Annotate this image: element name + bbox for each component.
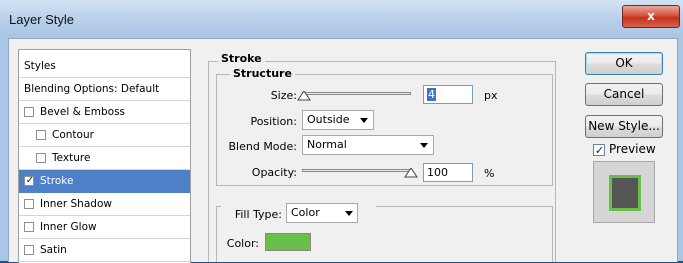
style-item-checkbox[interactable] [24,107,34,117]
blend-mode-dropdown-arrow-icon [420,143,428,148]
preview-label: Preview [609,142,656,156]
fill-type-label: Fill Type: [234,208,282,221]
opacity-unit: % [484,167,495,180]
close-button[interactable]: x [622,5,680,28]
new-style-button[interactable]: New Style... [585,115,663,138]
style-item-styles[interactable]: Styles [19,55,190,78]
fill-type-dropdown-arrow-icon [345,211,353,216]
color-swatch[interactable] [265,233,311,251]
close-icon: x [647,9,655,23]
fill-type-value: Color [291,206,320,219]
style-item-inner-glow[interactable]: Inner Glow [19,216,190,239]
style-item-label: Texture [52,152,91,164]
position-value: Outside [307,113,350,126]
size-unit: px [484,89,498,102]
stroke-settings: Stroke Structure Size: 4 px Position: Ou… [197,39,559,262]
preview-checkbox[interactable]: ✓ [593,144,605,156]
preview-thumbnail [609,175,641,211]
style-item-satin[interactable]: Satin [19,239,190,262]
position-label: Position: [250,115,297,128]
color-label: Color: [226,237,259,250]
style-preview [593,161,655,223]
style-item-checkbox[interactable] [24,245,34,255]
style-item-contour[interactable]: Contour [19,124,190,147]
size-input[interactable]: 4 [423,85,473,104]
dialog-title: Layer Style [9,12,75,27]
size-slider-thumb[interactable] [297,91,312,101]
checkmark-icon: ✓ [594,144,605,157]
stroke-section-title: Stroke [218,52,265,65]
checkmark-icon: ✓ [25,175,35,186]
preview-checkbox-row[interactable]: ✓ Preview [593,142,673,158]
blend-mode-value: Normal [307,138,347,151]
cancel-button-label: Cancel [603,87,645,101]
style-item-bevel-emboss[interactable]: Bevel & Emboss [19,101,190,124]
style-item-label: Inner Glow [40,221,97,233]
styles-list: Styles Blending Options: Default Bevel & E… [18,49,191,263]
opacity-input[interactable]: 100 [423,163,473,182]
size-value: 4 [427,88,436,101]
size-label: Size: [270,89,297,102]
style-item-inner-shadow[interactable]: Inner Shadow [19,193,190,216]
ok-button-label: OK [615,56,633,70]
new-style-button-label: New Style... [588,119,660,133]
structure-section-title: Structure [230,67,295,80]
fill-type-select[interactable]: Color [286,203,358,223]
style-item-stroke[interactable]: ✓ Stroke [19,170,190,193]
style-item-checkbox[interactable] [36,130,46,140]
style-item-label: Contour [52,129,94,141]
title-bar[interactable]: Layer Style x [0,0,683,38]
style-item-label: Inner Shadow [40,198,112,210]
layer-style-dialog: Layer Style x Styles Blending Options: De… [0,0,683,263]
style-item-texture[interactable]: Texture [19,147,190,170]
style-item-label: Styles [24,60,56,72]
style-item-checkbox[interactable] [24,222,34,232]
style-item-checkbox[interactable] [36,153,46,163]
blend-mode-select[interactable]: Normal [302,135,434,155]
blend-mode-label: Blend Mode: [228,140,298,153]
opacity-label: Opacity: [251,166,297,179]
style-item-label: Bevel & Emboss [40,106,126,118]
position-dropdown-arrow-icon [360,118,368,123]
style-item-label: Stroke [40,175,74,187]
style-item-label: Satin [40,244,67,256]
opacity-slider[interactable] [302,169,411,172]
style-item-blending-options-default[interactable]: Blending Options: Default [19,78,190,101]
style-item-checkbox[interactable]: ✓ [24,176,34,186]
cancel-button[interactable]: Cancel [585,83,663,106]
dialog-body: Styles Blending Options: Default Bevel & E… [8,38,678,263]
style-item-label: Blending Options: Default [24,83,160,95]
opacity-value: 100 [427,166,448,179]
ok-button[interactable]: OK [585,52,663,75]
style-item-checkbox[interactable] [24,199,34,209]
size-slider[interactable] [302,92,411,95]
opacity-slider-thumb[interactable] [404,168,418,178]
position-select[interactable]: Outside [302,110,374,130]
